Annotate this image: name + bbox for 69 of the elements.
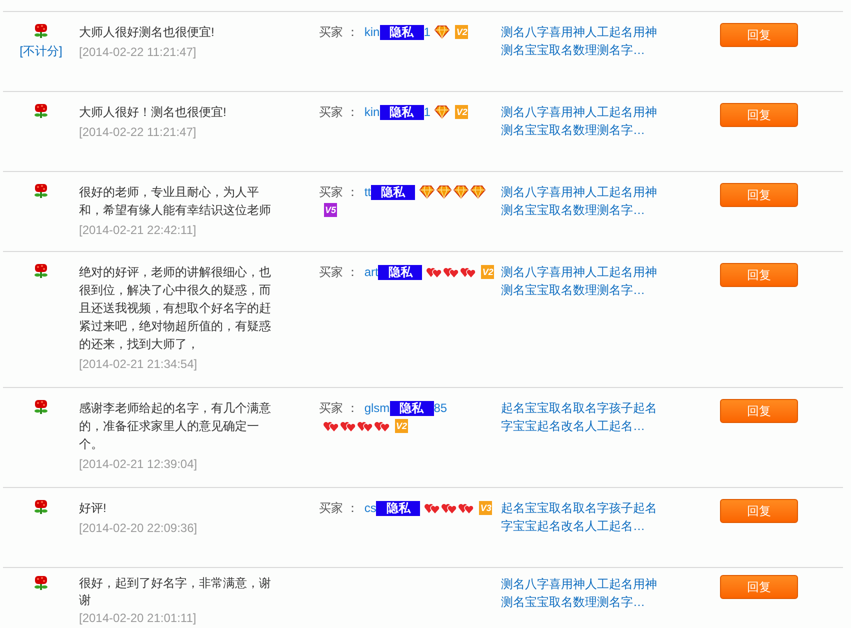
- flower-icon: [33, 499, 49, 515]
- item-link[interactable]: 测名八字喜用神人工起名用神测名宝宝取名数理测名字…: [501, 263, 661, 299]
- buyer-name[interactable]: glsm 隐私 85: [364, 399, 448, 417]
- review-date: [2014-02-21 22:42:11]: [79, 222, 198, 239]
- review-comment: 大师人很好！测名也很便宜!: [79, 104, 228, 121]
- flower-icon: [33, 263, 49, 279]
- not-scored-label: [不计分]: [20, 43, 62, 60]
- review-comment: 感谢李老师给起的名字，有几个满意的，准备征求家里人的意见确定一个。: [79, 400, 272, 453]
- review-date: [2014-02-20 22:09:36]: [79, 520, 198, 537]
- item-link[interactable]: 测名八字喜用神人工起名用神测名宝宝取名数理测名字…: [501, 183, 661, 219]
- privacy-mask: 隐私: [376, 500, 420, 516]
- flower-icon: [33, 575, 49, 591]
- diamond-icon: [436, 185, 452, 199]
- vip-badge: V5: [324, 203, 338, 217]
- hearts-icon: [374, 419, 390, 433]
- vip-badge: V3: [479, 501, 492, 515]
- item-link[interactable]: 起名宝宝取名取名字孩子起名字宝宝起名改名人工起名…: [501, 499, 661, 535]
- privacy-mask: 隐私: [378, 264, 422, 280]
- hearts-icon: [323, 419, 339, 433]
- diamond-icon: [470, 185, 486, 199]
- hearts-icon: [460, 265, 476, 279]
- hearts-icon: [458, 501, 474, 515]
- flower-icon: [33, 183, 49, 199]
- buyer-name[interactable]: cs 隐私: [364, 499, 420, 517]
- hearts-icon: [426, 265, 442, 279]
- diamond-icon: [419, 185, 436, 199]
- hearts-icon: [441, 501, 458, 515]
- review-date: [2014-02-20 21:01:11]: [79, 610, 198, 626]
- hearts-icon: [424, 501, 440, 515]
- review-comment: 大师人很好测名也很便宜!: [79, 24, 216, 41]
- item-link[interactable]: 测名八字喜用神人工起名用神测名宝宝取名数理测名字…: [501, 575, 661, 611]
- vip-badge: V2: [395, 419, 408, 433]
- vip-badge: V2: [481, 265, 494, 279]
- privacy-mask: 隐私: [390, 400, 434, 416]
- item-link[interactable]: 测名八字喜用神人工起名用神测名宝宝取名数理测名字…: [501, 23, 661, 59]
- diamond-icon: [434, 25, 450, 39]
- buyer-label: 买家 ：: [319, 400, 358, 417]
- buyer-name[interactable]: kin 隐私 1: [364, 103, 430, 121]
- buyer-label: 买家 ：: [319, 264, 358, 281]
- item-link[interactable]: 测名八字喜用神人工起名用神测名宝宝取名数理测名字…: [501, 103, 661, 139]
- vip-badge: V2: [455, 25, 468, 39]
- review-date: [2014-02-22 11:21:47]: [79, 44, 198, 61]
- diamond-icon: [453, 185, 470, 199]
- review-date: [2014-02-22 11:21:47]: [79, 124, 198, 141]
- buyer-label: 买家 ：: [319, 24, 358, 41]
- review-comment: 绝对的好评，老师的讲解很细心，也很到位，解决了心中很久的疑惑，而且还送我视频，有想取个好名字的赶紧过来吧，绝对物超所值的，有疑惑的还来，找到大师了，: [79, 264, 272, 353]
- flower-icon: [33, 399, 49, 415]
- buyer-name[interactable]: art 隐私: [364, 263, 422, 281]
- privacy-mask: 隐私: [380, 24, 424, 40]
- buyer-label: 买家 ：: [319, 500, 358, 517]
- buyer-name[interactable]: tt 隐私: [364, 183, 416, 201]
- item-link[interactable]: 起名宝宝取名取名字孩子起名字宝宝起名改名人工起名…: [501, 399, 661, 435]
- buyer-label: 买家 ：: [319, 104, 358, 121]
- review-comment: 好评!: [79, 500, 108, 517]
- privacy-mask: 隐私: [371, 184, 416, 200]
- diamond-icon: [434, 105, 450, 119]
- hearts-icon: [357, 419, 373, 433]
- flower-icon: [33, 23, 49, 39]
- privacy-mask: 隐私: [380, 104, 424, 120]
- vip-badge: V2: [455, 105, 468, 119]
- hearts-icon: [443, 265, 460, 279]
- hearts-icon: [340, 419, 356, 433]
- review-date: [2014-02-21 21:34:54]: [79, 356, 198, 373]
- review-comment: 很好，起到了好名字，非常满意，谢谢: [79, 575, 272, 609]
- review-comment: 很好的老师，专业且耐心，为人平和，希望有缘人能有幸结识这位老师: [79, 184, 272, 219]
- buyer-name[interactable]: kin 隐私 1: [364, 23, 430, 41]
- review-date: [2014-02-21 12:39:04]: [79, 456, 198, 473]
- buyer-label: 买家 ：: [319, 184, 358, 201]
- flower-icon: [33, 103, 49, 119]
